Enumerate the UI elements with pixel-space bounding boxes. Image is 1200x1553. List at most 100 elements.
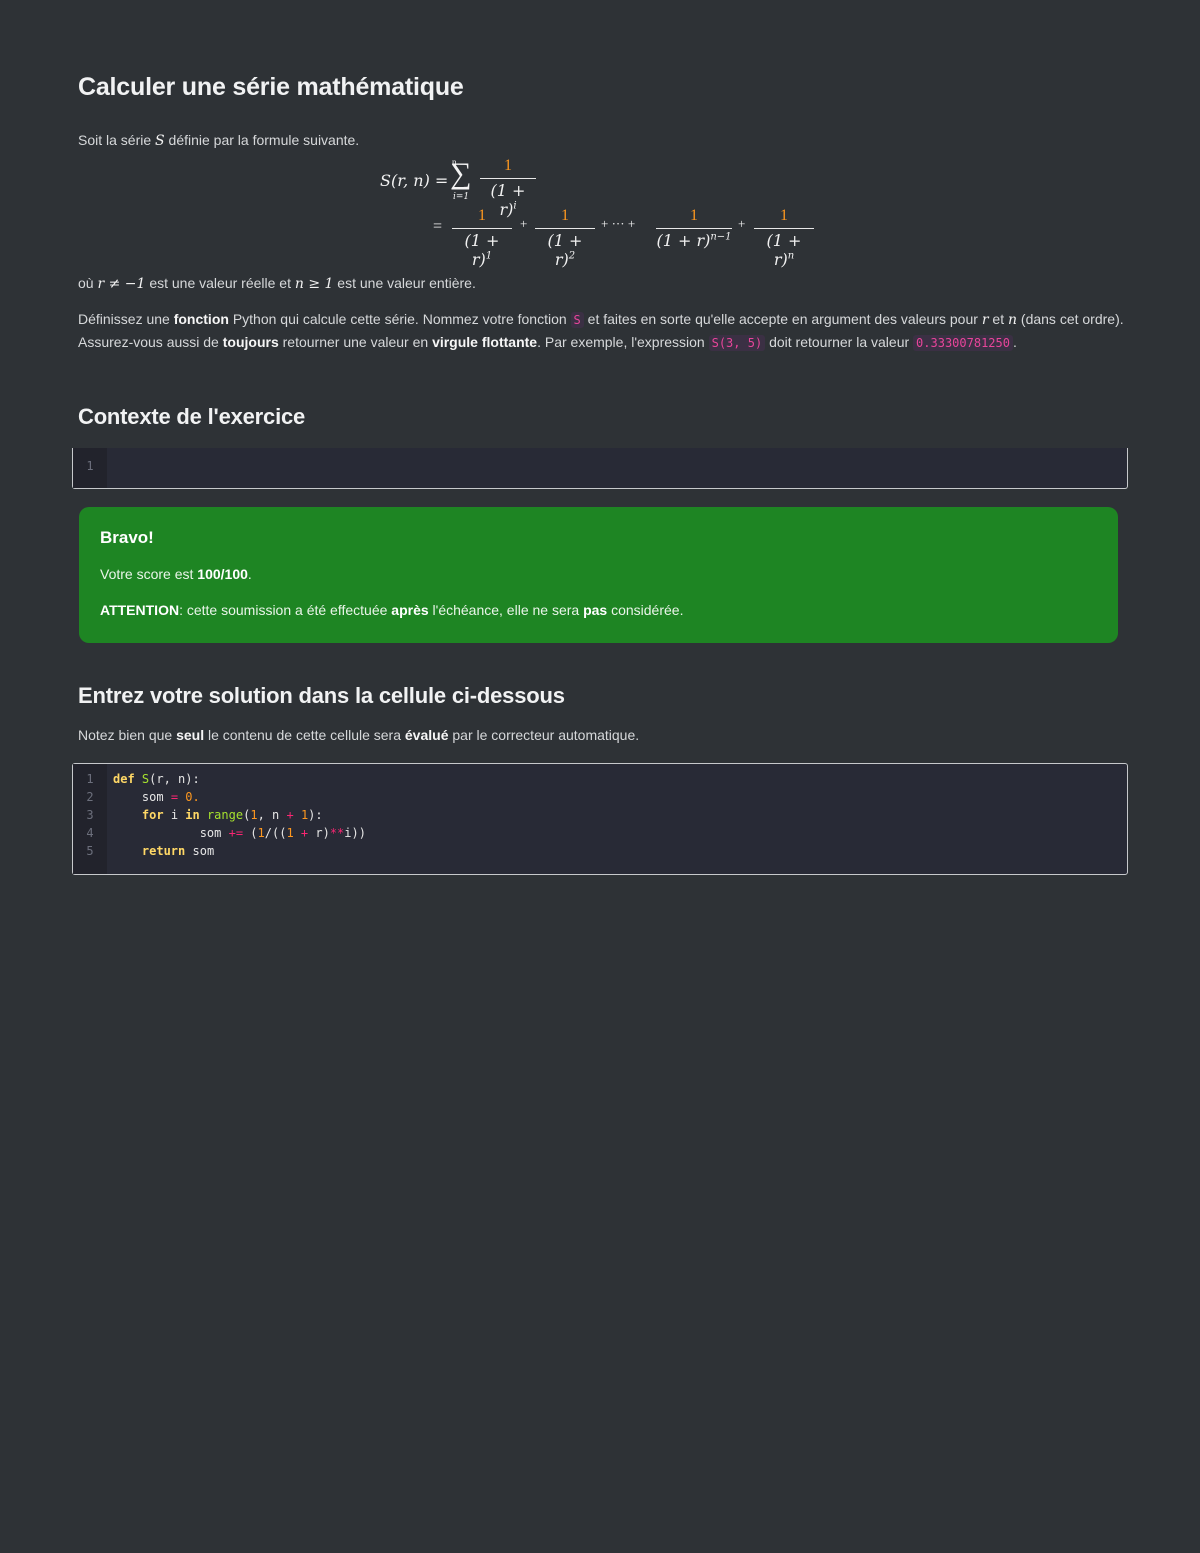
warn-t1: : cette soumission a été effectuée <box>179 602 392 618</box>
code-line-2: som = 0. <box>113 788 366 806</box>
instr-b1: fonction <box>173 311 229 327</box>
tok-l3-mid: , n <box>257 808 287 822</box>
instr-t9: . <box>1012 334 1017 350</box>
instr-t4: et <box>988 311 1008 327</box>
score-suffix: . <box>247 566 252 582</box>
note-b1: seul <box>176 727 205 743</box>
solution-heading: Entrez votre solution dans la cellule ci… <box>78 683 565 708</box>
formula-equals: = <box>433 218 443 235</box>
tok-def: def <box>113 772 135 786</box>
instr-t2: Python qui calcule cette série. Nommez v… <box>228 311 571 327</box>
intro-before: Soit la série <box>78 132 156 148</box>
context-heading: Contexte de l'exercice <box>78 404 306 429</box>
tok-indent <box>113 808 142 822</box>
intro-after: définie par la formule suivante. <box>164 132 360 148</box>
code-line-4: som += (1/((1 + r)**i)) <box>113 824 366 842</box>
context-code-cell[interactable]: 1 <box>72 448 1128 489</box>
tok-l3-plus: + <box>286 808 294 822</box>
score-prefix: Votre score est <box>100 566 198 582</box>
condition-r: r ≠ −1 <box>97 276 146 292</box>
fraction-term-n-num: 1 <box>754 207 814 229</box>
tok-l3-end: ): <box>308 808 323 822</box>
context-gutter: 1 <box>73 448 107 488</box>
success-alert: Bravo! Votre score est 100/100. ATTENTIO… <box>79 507 1118 643</box>
page-title: Calculer une série mathématique <box>78 73 464 101</box>
tok-l3-one: 1 <box>250 808 258 822</box>
fraction-general-num: 1 <box>480 157 536 179</box>
tok-l5-return: return <box>141 844 186 858</box>
fraction-term-1: 1 (1 + r)1 <box>452 207 512 269</box>
warn-t3: considérée. <box>607 602 684 618</box>
line-number: 5 <box>86 844 94 858</box>
instr-b3: virgule flottante <box>432 334 538 350</box>
tok-l3-in: in <box>185 808 200 822</box>
tok-l4-op: += <box>228 826 244 840</box>
fraction-term-1-exp: 1 <box>485 250 493 262</box>
fraction-term-n-den: (1 + r) <box>766 231 802 269</box>
plus-2: + <box>738 216 746 231</box>
inline-code-function-name: S <box>570 312 584 328</box>
sum-lower: i=1 <box>453 192 470 202</box>
where-prefix: où <box>78 275 98 291</box>
warn-b1: après <box>391 602 429 618</box>
intro-text: Soit la série S définie par la formule s… <box>78 129 1125 152</box>
tok-l3-for: for <box>141 808 164 822</box>
tok-l3-range: range <box>199 808 244 822</box>
line-number: 3 <box>86 808 94 822</box>
tok-l5-var: som <box>185 844 215 858</box>
instr-t8: doit retourner la valeur <box>765 334 914 350</box>
warn-label: ATTENTION <box>100 602 180 618</box>
instr-t7: . Par exemple, l'expression <box>537 334 709 350</box>
tok-l4-one2: 1 <box>286 826 294 840</box>
warn-b2: pas <box>583 602 608 618</box>
series-symbol: S <box>155 133 165 149</box>
instr-var-r: r <box>981 312 989 328</box>
tok-l4-one: 1 <box>257 826 265 840</box>
fraction-general-exp: i <box>513 200 517 212</box>
page: Calculer une série mathématique Soit la … <box>0 0 1200 875</box>
alert-title: Bravo! <box>100 528 154 547</box>
instr-t3: et faites en sorte qu'elle accepte en ar… <box>583 311 982 327</box>
code-line-5: return som <box>113 842 366 860</box>
note-t2: le contenu de cette cellule sera <box>204 727 405 743</box>
tok-indent <box>113 844 142 858</box>
context-editor-area[interactable] <box>107 448 1127 488</box>
tok-l3-sp <box>294 808 301 822</box>
fraction-term-nm1-num: 1 <box>656 207 732 229</box>
instr-t6: retourner une valeur en <box>278 334 433 350</box>
where-mid: est une valeur réelle et <box>145 275 295 291</box>
tok-l4-d: r) <box>308 826 330 840</box>
solution-code-cell[interactable]: 1 2 3 4 5 def S(r, n): som = 0. for i in… <box>72 763 1128 875</box>
instr-t1: Définissez une <box>78 311 174 327</box>
tok-l4-a: ( <box>243 826 258 840</box>
tok-sig: (r, n): <box>149 772 200 786</box>
tok-l4-pow: ** <box>329 826 345 840</box>
code-line-1: def S(r, n): <box>113 770 366 788</box>
line-number: 2 <box>86 790 94 804</box>
note-b2: évalué <box>404 727 449 743</box>
tok-l2-var: som <box>141 790 164 804</box>
fraction-term-2: 1 (1 + r)2 <box>535 207 595 269</box>
tok-indent <box>113 826 200 840</box>
tok-l3-i: i <box>163 808 186 822</box>
plus-1: + <box>520 216 528 231</box>
series-formula: S(r, n) = n ∑ i=1 1 (1 + r) i = 1 (1 + r)… <box>78 152 1125 272</box>
tok-l4-var: som <box>199 826 229 840</box>
fraction-term-n: 1 (1 + r)n <box>754 207 814 269</box>
fraction-term-2-num: 1 <box>535 207 595 229</box>
fraction-term-1-den: (1 + r) <box>464 231 500 269</box>
fraction-term-2-den: (1 + r) <box>547 231 583 269</box>
warn-t2: l'échéance, elle ne sera <box>428 602 584 618</box>
instr-var-n: n <box>1007 312 1018 328</box>
tok-l2-val: 0. <box>185 790 200 804</box>
tok-l4-e: i)) <box>344 826 366 840</box>
note-text: Notez bien que seul le contenu de cette … <box>78 724 1125 746</box>
line-number: 1 <box>86 772 94 786</box>
tok-l2-eq: = <box>163 790 186 804</box>
instructions-text: Définissez une fonction Python qui calcu… <box>78 308 1125 354</box>
code-line-3: for i in range(1, n + 1): <box>113 806 366 824</box>
note-t3: par le correcteur automatique. <box>448 727 640 743</box>
solution-editor[interactable]: def S(r, n): som = 0. for i in range(1, … <box>107 764 366 874</box>
tok-l4-b: /(( <box>264 826 287 840</box>
line-number: 1 <box>86 459 94 473</box>
